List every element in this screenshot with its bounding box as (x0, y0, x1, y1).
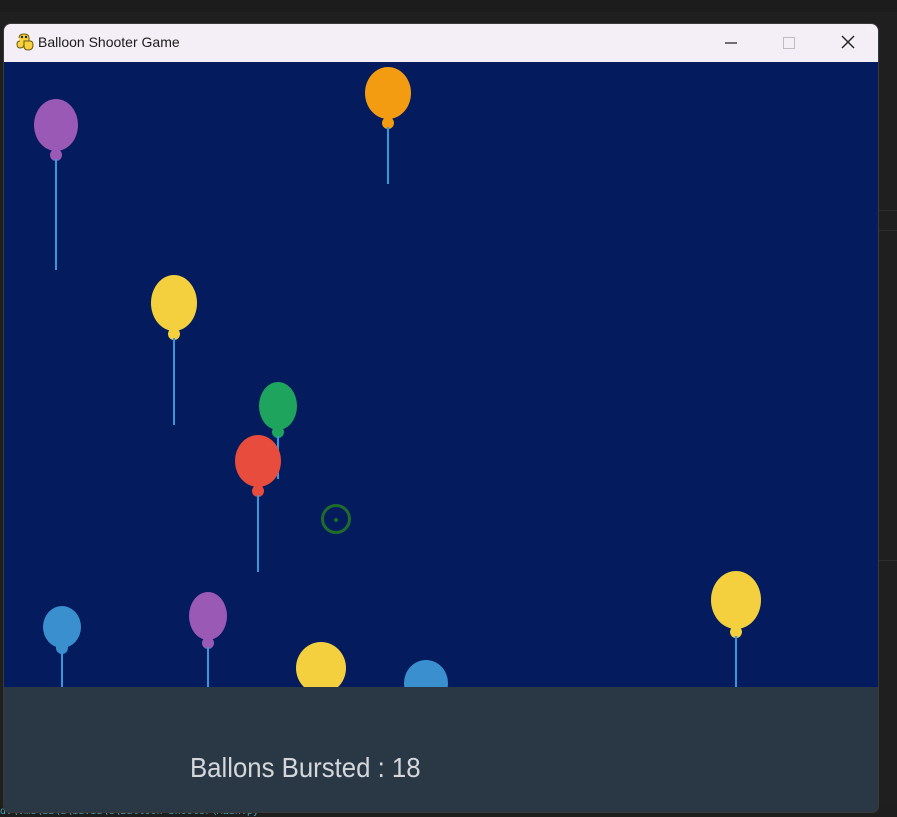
score-label: Ballons Bursted : 18 (190, 752, 421, 783)
background-divider (878, 560, 897, 561)
balloon-blue[interactable] (396, 638, 456, 687)
desktop-top-strip (0, 0, 897, 12)
crosshair-reticle (320, 503, 352, 535)
score-panel: Ballons Bursted : 18 (4, 687, 878, 812)
game-canvas[interactable] (4, 62, 878, 687)
title-bar[interactable]: Balloon Shooter Game (4, 24, 878, 62)
pygame-snake-icon (15, 32, 35, 52)
maximize-button[interactable] (760, 24, 818, 62)
balloon-purple[interactable] (26, 82, 86, 270)
balloon-yellow[interactable] (291, 623, 351, 687)
balloon-red[interactable] (228, 416, 288, 596)
balloon-yellow[interactable] (144, 260, 204, 440)
background-divider (878, 230, 897, 231)
background-divider (878, 210, 897, 211)
close-icon (841, 34, 855, 53)
balloon-blue[interactable] (32, 584, 92, 687)
maximize-icon (783, 34, 795, 53)
balloon-orange[interactable] (358, 62, 418, 230)
minimize-button[interactable] (702, 24, 760, 62)
game-window: Balloon Shooter Game Ballons Bursted: 1… (4, 24, 878, 812)
balloon-yellow[interactable] (706, 557, 766, 687)
balloon-purple[interactable] (178, 573, 238, 687)
close-button[interactable] (819, 24, 877, 62)
window-title: Balloon Shooter Game (38, 34, 180, 50)
minimize-icon (725, 34, 737, 53)
